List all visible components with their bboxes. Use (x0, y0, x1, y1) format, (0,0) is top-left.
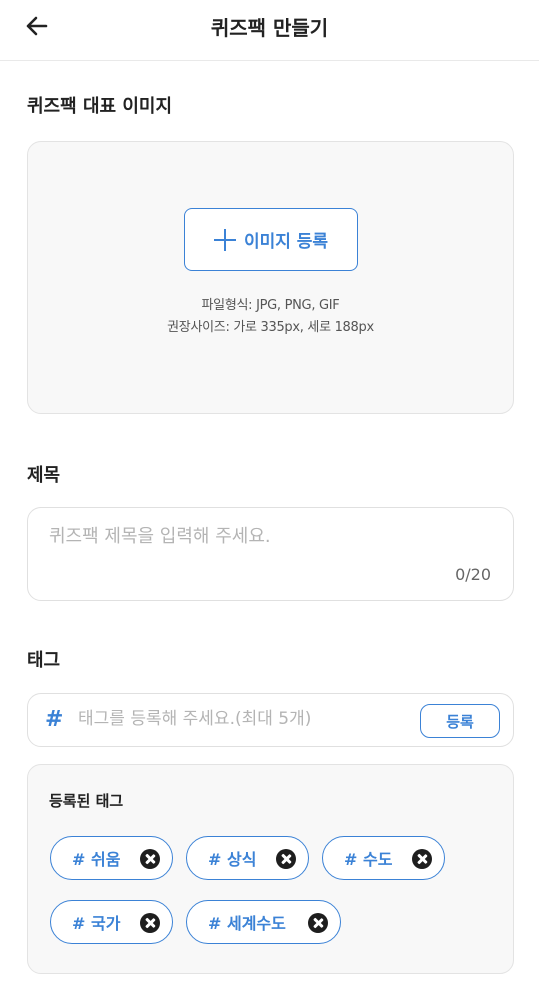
hash-icon: # (45, 707, 64, 732)
image-register-button[interactable]: 이미지 등록 (184, 208, 358, 271)
image-register-label: 이미지 등록 (243, 232, 329, 252)
registered-tags-title: 등록된 태그 (49, 792, 124, 810)
tag-chip[interactable]: # 쉬움 (50, 836, 173, 880)
image-section-title: 퀴즈팩 대표 이미지 (27, 96, 173, 117)
size-hint: 권장사이즈: 가로 335px, 세로 188px (167, 320, 374, 335)
tag-chip-label: # 수도 (344, 850, 393, 869)
image-upload-area[interactable]: 이미지 등록 파일형식: JPG, PNG, GIF 권장사이즈: 가로 335… (27, 141, 514, 414)
tag-input[interactable] (78, 709, 408, 729)
tag-chip-label: # 세계수도 (208, 914, 286, 933)
title-char-counter: 0/20 (455, 565, 491, 584)
tag-section-title: 태그 (27, 650, 61, 671)
tag-chip[interactable]: # 상식 (186, 836, 309, 880)
title-field[interactable]: 0/20 (27, 507, 514, 601)
close-icon[interactable] (276, 849, 296, 869)
title-section-title: 제목 (27, 465, 61, 486)
tag-chip[interactable]: # 세계수도 (186, 900, 341, 944)
tag-chip-label: # 국가 (72, 914, 121, 933)
tag-chip[interactable]: # 국가 (50, 900, 173, 944)
plus-icon (213, 228, 236, 251)
tag-chip[interactable]: # 수도 (322, 836, 445, 880)
title-input[interactable] (49, 526, 489, 547)
app-header: 퀴즈팩 만들기 (0, 0, 539, 61)
page-title: 퀴즈팩 만들기 (210, 16, 329, 40)
close-icon[interactable] (140, 849, 160, 869)
tag-field[interactable]: # 등록 (27, 693, 514, 747)
tag-chip-label: # 쉬움 (72, 850, 121, 869)
tag-register-button[interactable]: 등록 (420, 704, 500, 738)
tag-chip-label: # 상식 (208, 850, 257, 869)
close-icon[interactable] (308, 913, 328, 933)
registered-tags-panel: 등록된 태그 # 쉬움 # 상식 # 수도 # 국가 # 세계수도 (27, 764, 514, 974)
close-icon[interactable] (140, 913, 160, 933)
close-icon[interactable] (412, 849, 432, 869)
file-type-hint: 파일형식: JPG, PNG, GIF (201, 298, 340, 313)
